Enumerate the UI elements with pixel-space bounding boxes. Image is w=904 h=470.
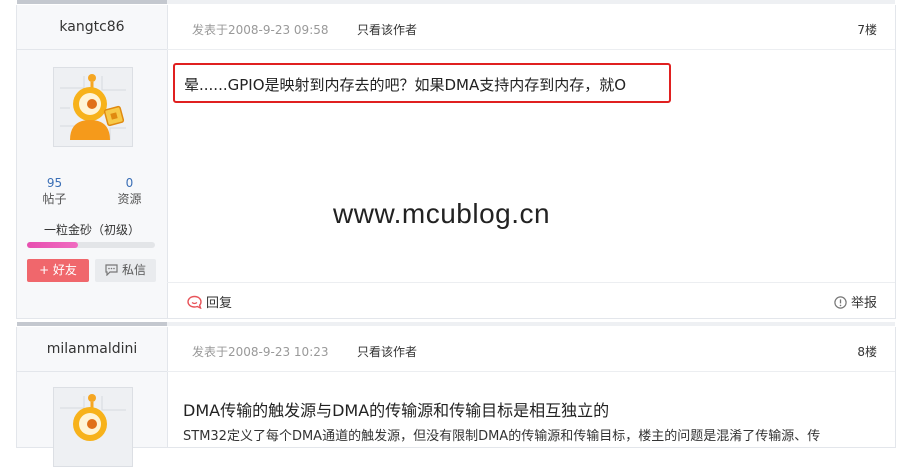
post-7: kangtc86 95 帖子 0 资源 一粒金砂（初级） + 好友 私信 发表于… (16, 0, 896, 319)
resources-count[interactable]: 0 (92, 175, 167, 191)
chat-bubble-icon (105, 264, 118, 276)
robot-avatar-icon (54, 68, 132, 146)
only-author-link[interactable]: 只看该作者 (357, 343, 417, 360)
post-top-divider-light (167, 0, 895, 4)
post-top-divider (17, 322, 167, 326)
watermark: www.mcublog.cn (333, 198, 551, 229)
post-top-divider-light (167, 322, 895, 326)
sidebar-divider (17, 49, 167, 50)
reply-button[interactable]: 回复 (187, 292, 232, 311)
warning-circle-icon (834, 296, 847, 309)
sidebar-divider (17, 371, 167, 372)
report-label: 举报 (850, 296, 877, 311)
author-stats: 95 帖子 0 资源 (17, 175, 167, 207)
posts-stat[interactable]: 95 帖子 (17, 175, 92, 207)
post-8: milanmaldini 发表于2008-9-23 10:23 只看该作者 8楼… (16, 322, 896, 467)
level-progress-bar (27, 242, 155, 248)
resources-stat[interactable]: 0 资源 (92, 175, 167, 207)
post-heading: DMA传输的触发源与DMA的传输源和传输目标是相互独立的 (183, 401, 610, 420)
post-text: STM32定义了每个DMA通道的触发源，但没有限制DMA的传输源和传输目标，楼主… (183, 429, 821, 444)
posts-count[interactable]: 95 (17, 175, 92, 191)
author-sidebar: kangtc86 95 帖子 0 资源 一粒金砂（初级） + 好友 私信 (17, 5, 168, 318)
resources-label: 资源 (117, 192, 142, 206)
add-friend-button[interactable]: + 好友 (27, 259, 89, 282)
reply-icon (187, 295, 202, 309)
post-text: 晕......GPIO是映射到内存去的吧？如果DMA支持内存到内存，就O (184, 76, 627, 94)
post-top-divider (17, 0, 167, 4)
post-meta-bar: 发表于2008-9-23 09:58 只看该作者 7楼 (167, 5, 895, 50)
posts-label: 帖子 (42, 192, 67, 206)
avatar[interactable] (53, 67, 133, 147)
floor-number[interactable]: 7楼 (857, 21, 877, 38)
post-footer: 回复 举报 (167, 282, 895, 318)
private-message-button[interactable]: 私信 (95, 259, 156, 282)
level-progress-fill (27, 242, 79, 248)
post-meta-bar: 发表于2008-9-23 10:23 只看该作者 8楼 (167, 327, 895, 372)
private-message-label: 私信 (121, 263, 146, 277)
reply-label: 回复 (206, 296, 233, 311)
report-button[interactable]: 举报 (834, 292, 877, 311)
author-sidebar: milanmaldini (17, 327, 168, 467)
floor-number[interactable]: 8楼 (857, 343, 877, 360)
post-timestamp: 发表于2008-9-23 10:23 (192, 345, 329, 359)
user-rank: 一粒金砂（初级） (43, 223, 140, 237)
author-name[interactable]: milanmaldini (17, 341, 167, 357)
robot-avatar-icon (54, 388, 132, 466)
avatar[interactable] (53, 387, 133, 467)
highlight-box: 晕......GPIO是映射到内存去的吧？如果DMA支持内存到内存，就O (173, 63, 671, 103)
only-author-link[interactable]: 只看该作者 (357, 21, 417, 38)
author-name[interactable]: kangtc86 (17, 19, 167, 35)
post-timestamp: 发表于2008-9-23 09:58 (192, 23, 329, 37)
